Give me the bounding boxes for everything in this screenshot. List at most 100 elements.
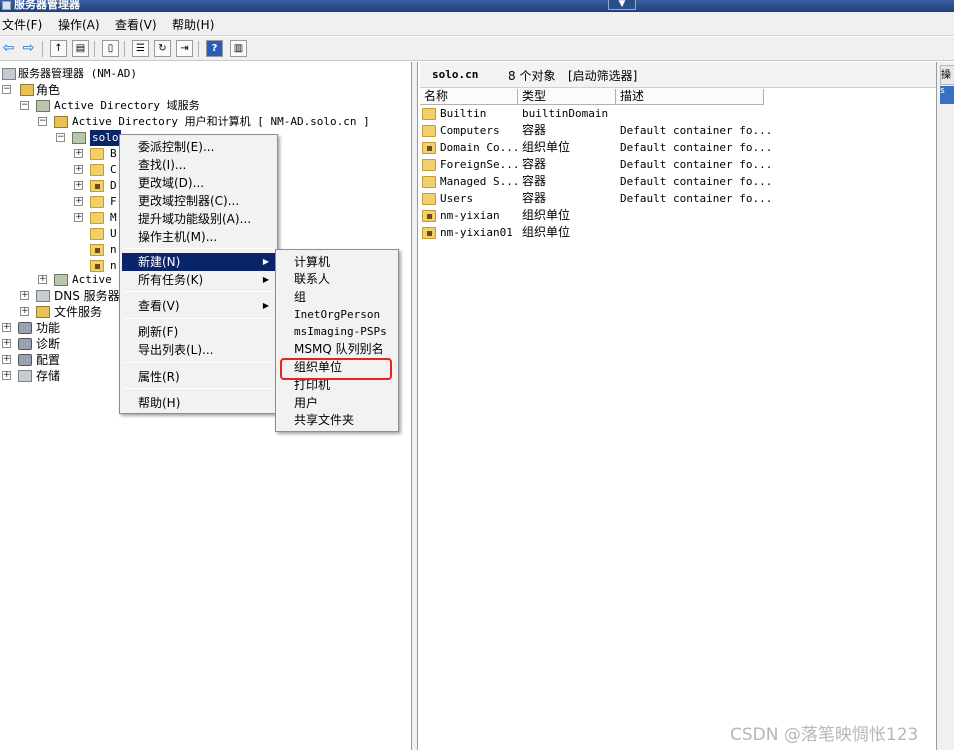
show-tree-icon[interactable]: ▤ — [72, 40, 89, 57]
menu-file[interactable]: 文件(F) — [2, 16, 42, 33]
collapse-icon[interactable]: − — [2, 85, 11, 94]
expand-icon[interactable]: + — [2, 371, 11, 380]
expand-icon[interactable]: + — [20, 307, 29, 316]
ou-icon — [90, 260, 104, 272]
action-pane-selected[interactable]: s — [940, 86, 954, 104]
expand-icon[interactable]: + — [2, 355, 11, 364]
item-type: 组织单位 — [522, 140, 571, 154]
menu-item-change-dc[interactable]: 更改域控制器(C)... — [122, 192, 275, 210]
submenu-item-inetorgperson[interactable]: InetOrgPerson — [278, 306, 396, 324]
properties-icon[interactable]: ☰ — [132, 40, 149, 57]
menu-item-properties[interactable]: 属性(R) — [122, 368, 275, 386]
column-header-name[interactable]: 名称 — [420, 89, 518, 105]
folder-icon — [90, 196, 104, 208]
expand-icon[interactable]: + — [38, 275, 47, 284]
up-folder-icon[interactable]: ↑ — [50, 40, 67, 57]
menu-item-all-tasks[interactable]: 所有任务(K) ▶ — [122, 271, 275, 289]
menu-item-delegate[interactable]: 委派控制(E)... — [122, 138, 275, 156]
collapse-icon[interactable]: − — [56, 133, 65, 142]
expand-icon[interactable]: + — [74, 181, 83, 190]
submenu-item-msmq[interactable]: MSMQ 队列别名 — [278, 340, 396, 358]
item-name: ForeignSe... — [440, 158, 520, 171]
back-arrow-icon[interactable]: ⇦ — [0, 40, 17, 57]
expand-icon[interactable]: + — [74, 149, 83, 158]
menu-item-new[interactable]: 新建(N) ▶ — [122, 253, 275, 271]
folder-icon — [422, 176, 436, 188]
expand-icon[interactable]: + — [74, 213, 83, 222]
collapse-icon[interactable]: − — [38, 117, 47, 126]
diagnostics-icon — [18, 338, 32, 350]
list-item[interactable]: nm-yixian01 组织单位 — [420, 224, 936, 241]
action-pane-icon[interactable]: ▥ — [230, 40, 247, 57]
menu-item-change-domain[interactable]: 更改域(D)... — [122, 174, 275, 192]
expand-icon[interactable]: + — [2, 323, 11, 332]
item-desc: Default container fo... — [620, 192, 773, 205]
export-icon[interactable]: ⇥ — [176, 40, 193, 57]
list-item[interactable]: Computers 容器 Default container fo... — [420, 122, 936, 139]
forward-arrow-icon[interactable]: ⇨ — [20, 40, 37, 57]
folder-icon — [422, 108, 436, 120]
column-header-desc[interactable]: 描述 — [616, 89, 764, 105]
menu-item-refresh[interactable]: 刷新(F) — [122, 323, 275, 341]
column-header-type[interactable]: 类型 — [518, 89, 616, 105]
collapse-icon[interactable]: − — [20, 101, 29, 110]
list-pane: solo.cn 8 个对象 [启动筛选器] 名称 类型 描述 Builtin b… — [418, 62, 936, 750]
tree-item-label: F — [110, 195, 117, 208]
submenu-item-shared-folder[interactable]: 共享文件夹 — [278, 411, 396, 429]
menu-item-export[interactable]: 导出列表(L)... — [122, 341, 275, 359]
copy-icon[interactable]: ▯ — [102, 40, 119, 57]
item-name: Managed S... — [440, 175, 520, 188]
item-desc: Default container fo... — [620, 141, 773, 154]
tree-item-label: solo — [90, 130, 121, 146]
item-desc: Default container fo... — [620, 175, 773, 188]
tree-item-label: 存储 — [36, 369, 61, 383]
expand-icon[interactable]: + — [74, 197, 83, 206]
submenu-item-group[interactable]: 组 — [278, 288, 396, 306]
refresh-icon[interactable]: ↻ — [154, 40, 171, 57]
item-type: 组织单位 — [522, 208, 571, 222]
menu-separator — [124, 362, 273, 363]
item-type: 容器 — [522, 123, 547, 137]
server-manager-icon — [2, 68, 16, 80]
submenu-item-user[interactable]: 用户 — [278, 394, 396, 412]
submenu-arrow-icon: ▶ — [262, 301, 269, 310]
menu-separator — [124, 388, 273, 389]
item-desc: Default container fo... — [620, 158, 773, 171]
tree-item-label: D — [110, 179, 117, 192]
submenu-item-contact[interactable]: 联系人 — [278, 270, 396, 288]
menu-view[interactable]: 查看(V) — [115, 16, 157, 33]
toolbar-separator — [124, 41, 125, 57]
menu-item-raise-level[interactable]: 提升域功能级别(A)... — [122, 210, 275, 228]
menu-action[interactable]: 操作(A) — [58, 16, 100, 33]
context-menu: 委派控制(E)... 查找(I)... 更改域(D)... 更改域控制器(C).… — [119, 134, 278, 414]
menu-item-help[interactable]: 帮助(H) — [122, 394, 275, 412]
submenu-item-msimaging[interactable]: msImaging-PSPs — [278, 323, 396, 341]
list-item[interactable]: Domain Co... 组织单位 Default container fo..… — [420, 139, 936, 156]
features-icon — [18, 322, 32, 334]
menu-item-view[interactable]: 查看(V) ▶ — [122, 297, 275, 315]
help-icon[interactable]: ? — [206, 40, 223, 57]
tree-root-label: 服务器管理器 (NM-AD) — [18, 67, 137, 80]
window-title: 服务器管理器 — [14, 0, 80, 11]
list-item[interactable]: Builtin builtinDomain — [420, 105, 936, 122]
folder-icon — [90, 212, 104, 224]
expand-icon[interactable]: + — [74, 165, 83, 174]
menu-help[interactable]: 帮助(H) — [172, 16, 214, 33]
storage-icon — [18, 370, 32, 382]
expand-icon[interactable]: + — [20, 291, 29, 300]
chevron-down-icon[interactable]: ▼ — [608, 0, 636, 10]
list-item[interactable]: Users 容器 Default container fo... — [420, 190, 936, 207]
menu-separator — [124, 318, 273, 319]
submenu-item-computer[interactable]: 计算机 — [278, 253, 396, 271]
expand-icon[interactable]: + — [2, 339, 11, 348]
menu-item-find[interactable]: 查找(I)... — [122, 156, 275, 174]
tree-item-label: 功能 — [36, 321, 61, 335]
list-item[interactable]: nm-yixian 组织单位 — [420, 207, 936, 224]
highlight-annotation — [280, 358, 392, 380]
object-count: 8 个对象 — [508, 69, 556, 83]
tree-item-label: Active Directory 域服务 — [54, 99, 200, 112]
list-item[interactable]: ForeignSe... 容器 Default container fo... — [420, 156, 936, 173]
app-icon — [2, 1, 11, 10]
list-item[interactable]: Managed S... 容器 Default container fo... — [420, 173, 936, 190]
menu-item-operations-masters[interactable]: 操作主机(M)... — [122, 228, 275, 246]
